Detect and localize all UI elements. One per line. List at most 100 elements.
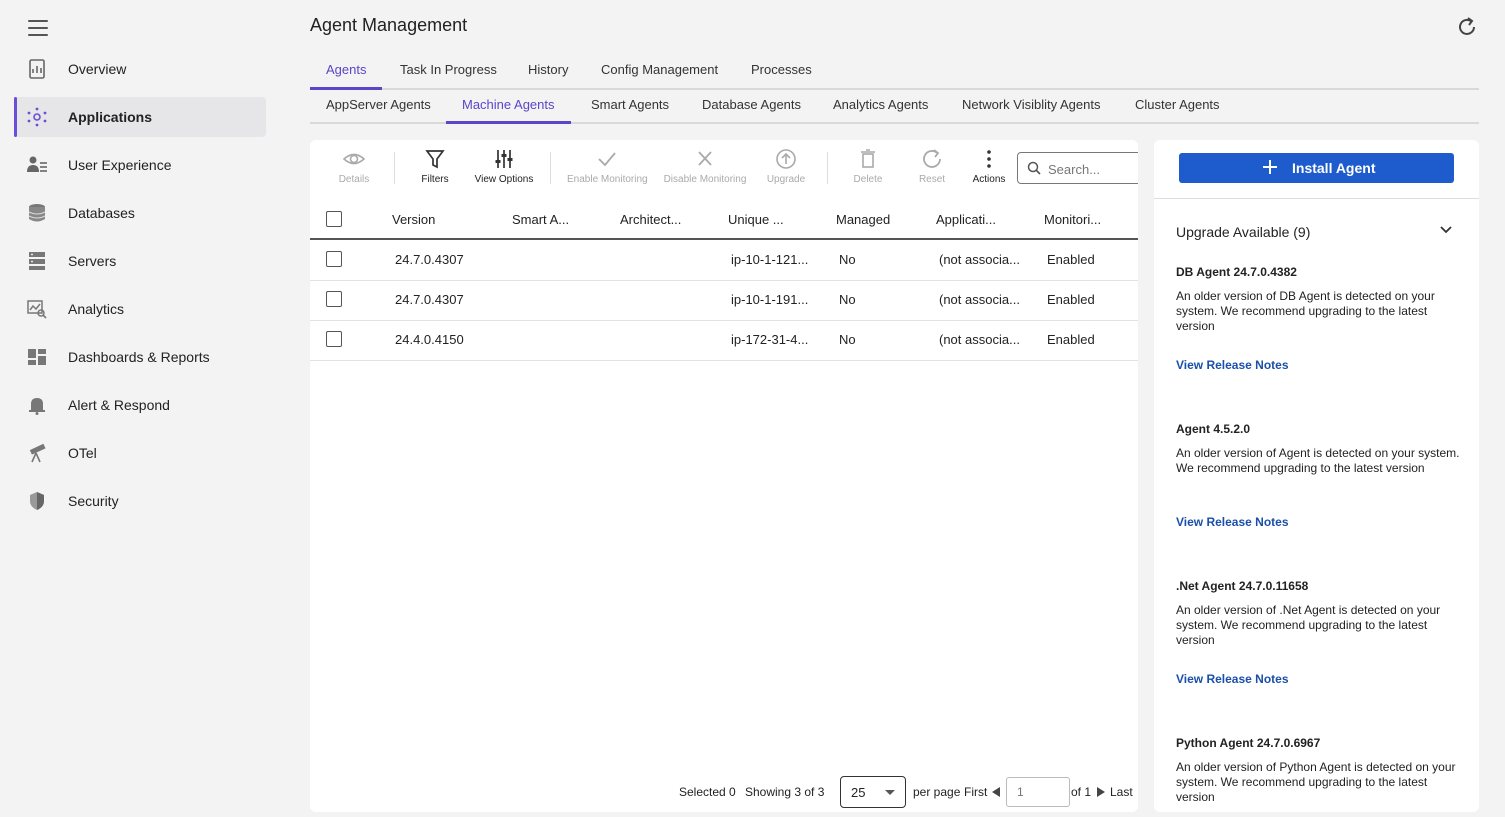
upgrade-item-description: An older version of DB Agent is detected… xyxy=(1176,289,1435,333)
page-number-input[interactable] xyxy=(1006,777,1070,807)
tab-processes[interactable]: Processes xyxy=(751,62,812,88)
showing-count: Showing 3 of 3 xyxy=(745,785,825,799)
filter-icon xyxy=(425,150,445,169)
selected-count: Selected 0 xyxy=(679,785,736,799)
upgrade-button[interactable]: Upgrade xyxy=(766,148,806,185)
sidebar-item-overview[interactable]: Overview xyxy=(14,49,266,89)
actions-button[interactable]: Actions xyxy=(969,148,1009,185)
primary-tabs: Agents Task In Progress History Config M… xyxy=(309,56,1479,90)
sidebar-item-databases[interactable]: Databases xyxy=(14,193,266,233)
column-header-managed[interactable]: Managed xyxy=(836,212,890,227)
tab-task-in-progress[interactable]: Task In Progress xyxy=(400,62,497,88)
refresh-icon[interactable] xyxy=(1455,15,1479,39)
details-button[interactable]: Details xyxy=(334,148,374,185)
cell-version: 24.4.0.4150 xyxy=(395,332,464,347)
plus-icon xyxy=(1263,160,1277,174)
tab-database-agents[interactable]: Database Agents xyxy=(702,97,801,122)
applications-icon xyxy=(27,107,47,127)
row-checkbox[interactable] xyxy=(326,251,342,267)
sidebar-item-alert-respond[interactable]: Alert & Respond xyxy=(14,385,266,425)
chevron-down-icon[interactable] xyxy=(1439,225,1453,235)
view-release-notes-link[interactable]: View Release Notes xyxy=(1176,515,1289,529)
view-release-notes-link[interactable]: View Release Notes xyxy=(1176,358,1289,372)
sidebar-item-label: OTel xyxy=(68,445,97,461)
last-page-link[interactable]: Last xyxy=(1110,785,1133,799)
tab-appserver-agents[interactable]: AppServer Agents xyxy=(326,97,431,122)
toolbar-divider xyxy=(550,152,551,184)
sidebar-item-security[interactable]: Security xyxy=(14,481,266,521)
table-row[interactable]: 24.7.0.4307 ip-10-1-191... No (not assoc… xyxy=(310,280,1138,321)
toolbar: Details Filters View Options Enable Moni… xyxy=(310,140,1138,198)
hamburger-menu-icon[interactable] xyxy=(28,20,48,36)
table-row[interactable]: 24.7.0.4307 ip-10-1-121... No (not assoc… xyxy=(310,240,1138,281)
cell-managed: No xyxy=(839,332,856,347)
install-agent-label: Install Agent xyxy=(1292,160,1376,176)
select-all-checkbox[interactable] xyxy=(326,211,342,227)
tab-smart-agents[interactable]: Smart Agents xyxy=(591,97,669,122)
column-header-application[interactable]: Applicati... xyxy=(936,212,996,227)
delete-button[interactable]: Delete xyxy=(848,148,888,185)
page-title: Agent Management xyxy=(310,15,468,35)
upgrade-item: DB Agent 24.7.0.4382 An older version of… xyxy=(1176,265,1461,372)
column-header-version[interactable]: Version xyxy=(392,212,435,227)
cell-version: 24.7.0.4307 xyxy=(395,292,464,307)
delete-label: Delete xyxy=(853,174,883,185)
sidebar-item-label: Alert & Respond xyxy=(68,397,170,413)
upgrade-item: .Net Agent 24.7.0.11658 An older version… xyxy=(1176,579,1461,686)
toolbar-divider xyxy=(827,152,828,184)
view-release-notes-link[interactable]: View Release Notes xyxy=(1176,672,1289,686)
cell-managed: No xyxy=(839,292,856,307)
tab-history[interactable]: History xyxy=(528,62,568,88)
search-field xyxy=(1017,152,1138,184)
column-header-architecture[interactable]: Architect... xyxy=(620,212,681,227)
column-header-smart-agent[interactable]: Smart A... xyxy=(512,212,569,227)
first-page-link[interactable]: First xyxy=(964,785,987,799)
disable-monitoring-button[interactable]: Disable Monitoring xyxy=(663,148,747,185)
sidebar-item-analytics[interactable]: Analytics xyxy=(14,289,266,329)
sidebar-item-label: Analytics xyxy=(68,301,125,317)
table-row[interactable]: 24.4.0.4150 ip-172-31-4... No (not assoc… xyxy=(310,320,1138,361)
sidebar-item-label: Security xyxy=(68,493,119,509)
sidebar-item-servers[interactable]: Servers xyxy=(14,241,266,281)
search-icon xyxy=(1027,161,1041,175)
next-page-icon[interactable] xyxy=(1097,787,1105,797)
tab-analytics-agents[interactable]: Analytics Agents xyxy=(833,97,928,122)
upgrade-item-description: An older version of .Net Agent is detect… xyxy=(1176,603,1441,647)
enable-monitoring-button[interactable]: Enable Monitoring xyxy=(567,148,648,185)
search-input[interactable] xyxy=(1046,159,1138,179)
eye-icon xyxy=(342,153,366,165)
cell-monitoring: Enabled xyxy=(1047,292,1095,307)
tab-machine-agents[interactable]: Machine Agents xyxy=(446,97,570,124)
sidebar-item-otel[interactable]: OTel xyxy=(14,433,266,473)
upgrade-label: Upgrade xyxy=(766,174,806,185)
tab-cluster-agents[interactable]: Cluster Agents xyxy=(1135,97,1220,122)
per-page-select[interactable]: 25 xyxy=(840,776,906,808)
cell-unique-host-id: ip-172-31-4... xyxy=(731,332,809,347)
column-header-monitoring[interactable]: Monitori... xyxy=(1044,212,1101,227)
bell-icon xyxy=(29,398,45,415)
check-icon xyxy=(598,152,616,167)
view-options-button[interactable]: View Options xyxy=(474,148,534,185)
panel-divider xyxy=(1154,198,1479,199)
upgrade-item-name: .Net Agent 24.7.0.11658 xyxy=(1176,579,1309,593)
tab-network-visibility-agents[interactable]: Network Visiblity Agents xyxy=(962,97,1101,122)
sidebar-item-applications[interactable]: Applications xyxy=(14,97,266,137)
install-agent-button[interactable]: Install Agent xyxy=(1179,153,1454,183)
tab-config-management[interactable]: Config Management xyxy=(601,62,718,88)
disable-monitoring-label: Disable Monitoring xyxy=(663,174,747,185)
row-checkbox[interactable] xyxy=(326,291,342,307)
upgrade-item-description: An older version of Agent is detected on… xyxy=(1176,446,1460,475)
column-header-unique-host-id[interactable]: Unique ... xyxy=(728,212,784,227)
sidebar-item-user-experience[interactable]: User Experience xyxy=(14,145,266,185)
previous-page-icon[interactable] xyxy=(992,787,1000,797)
secondary-tabs: AppServer Agents Machine Agents Smart Ag… xyxy=(310,90,1479,124)
reset-button[interactable]: Reset xyxy=(912,148,952,185)
filters-button[interactable]: Filters xyxy=(415,148,455,185)
user-experience-icon xyxy=(27,156,47,172)
sidebar-item-dashboards-reports[interactable]: Dashboards & Reports xyxy=(14,337,266,377)
dashboards-icon xyxy=(28,349,46,365)
row-checkbox[interactable] xyxy=(326,331,342,347)
enable-monitoring-label: Enable Monitoring xyxy=(567,174,648,185)
close-icon xyxy=(698,151,712,166)
tab-agents[interactable]: Agents xyxy=(309,62,384,90)
